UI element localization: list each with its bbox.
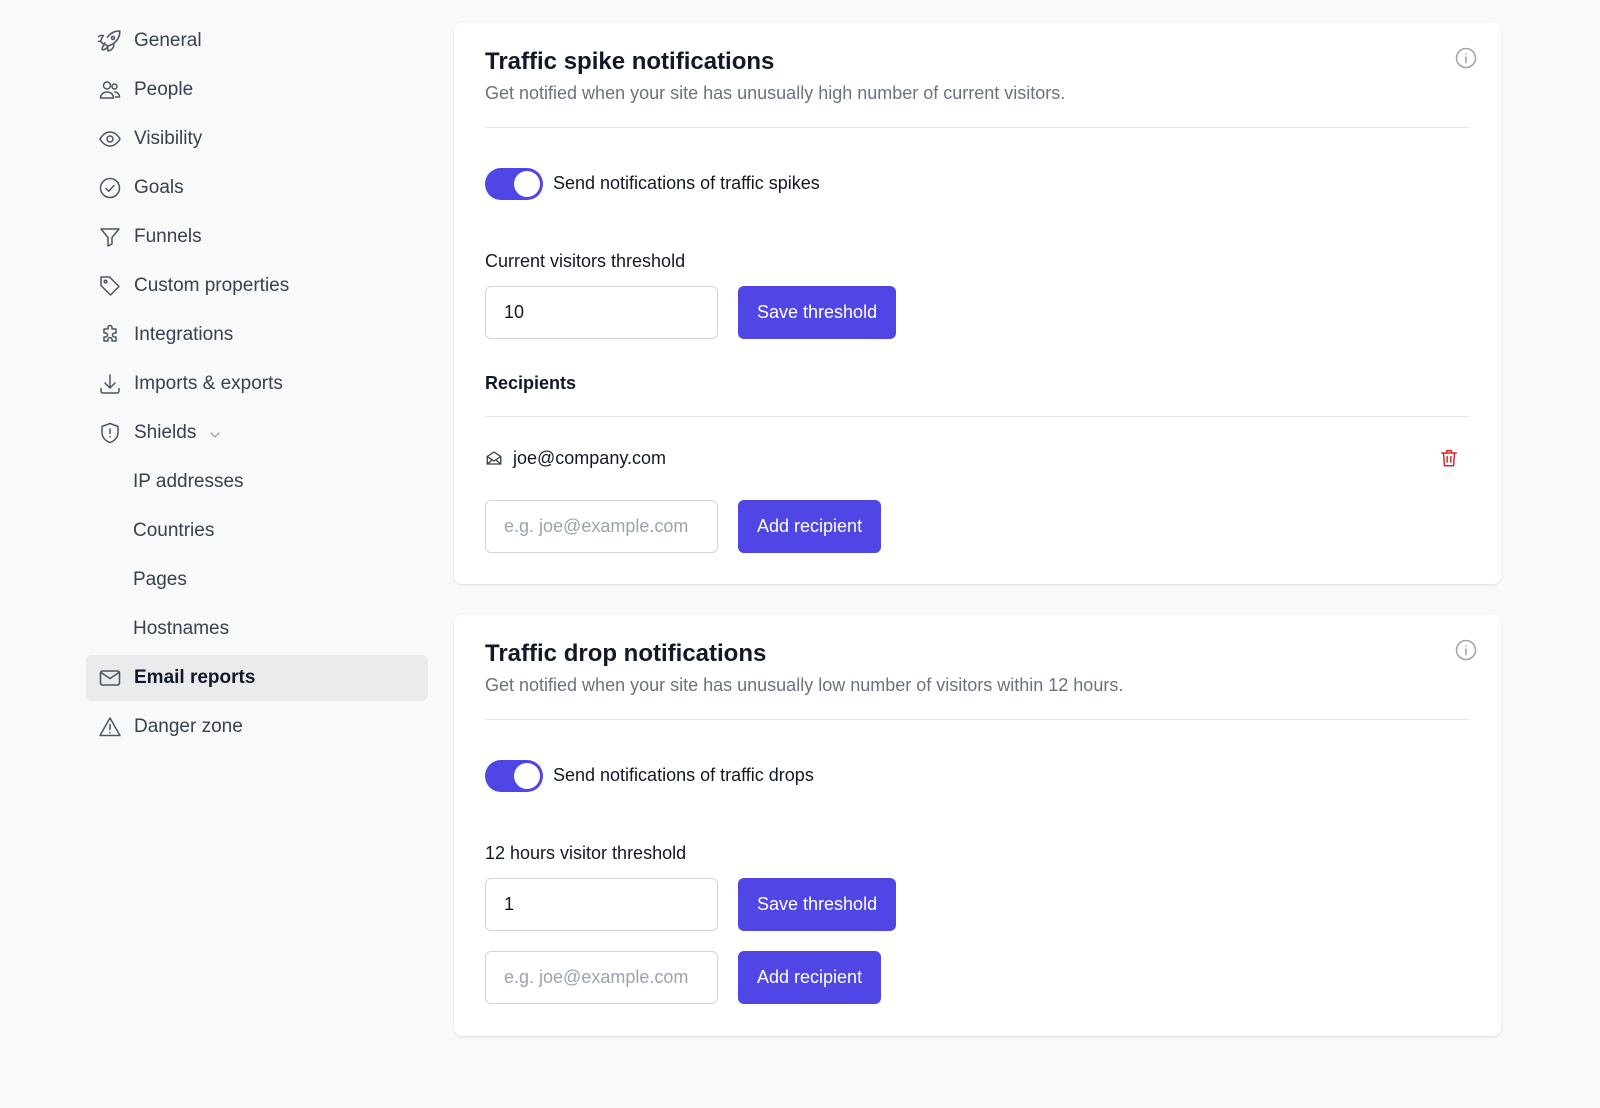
sidebar-item-email-reports[interactable]: Email reports	[86, 655, 428, 701]
threshold-input[interactable]	[485, 286, 718, 339]
traffic-drop-toggle[interactable]	[485, 760, 543, 792]
sidebar-item-label: Pages	[133, 569, 187, 590]
rocket-icon	[98, 29, 122, 53]
warning-icon	[98, 715, 122, 739]
sidebar-item-label: Shields	[134, 422, 197, 443]
sidebar-item-general[interactable]: General	[86, 18, 428, 64]
divider	[485, 416, 1470, 417]
settings-sidebar: General People Visibility Goals Funnels …	[86, 18, 428, 753]
sidebar-item-funnels[interactable]: Funnels	[86, 214, 428, 260]
sidebar-item-goals[interactable]: Goals	[86, 165, 428, 211]
sidebar-item-label: IP addresses	[133, 471, 244, 492]
threshold-input[interactable]	[485, 878, 718, 931]
trash-icon[interactable]	[1438, 447, 1460, 469]
chevron-down-icon	[208, 426, 222, 440]
recipient-email: joe@company.com	[513, 447, 666, 468]
sidebar-item-label: Goals	[134, 177, 184, 198]
save-threshold-button[interactable]: Save threshold	[738, 878, 897, 931]
recipient-email-input[interactable]	[485, 500, 718, 553]
sidebar-item-ip-addresses[interactable]: IP addresses	[86, 459, 428, 505]
check-circle-icon	[98, 176, 122, 200]
threshold-label: 12 hours visitor threshold	[485, 843, 687, 863]
toggle-label: Send notifications of traffic spikes	[553, 173, 820, 193]
toggle-label: Send notifications of traffic drops	[553, 765, 814, 785]
envelope-open-icon	[485, 449, 503, 467]
card-title: Traffic drop notifications	[485, 640, 767, 667]
sidebar-item-label: Countries	[133, 520, 215, 541]
sidebar-item-label: Imports & exports	[134, 373, 283, 394]
sidebar-item-custom-properties[interactable]: Custom properties	[86, 263, 428, 309]
add-recipient-button[interactable]: Add recipient	[738, 500, 882, 553]
card-description: Get notified when your site has unusuall…	[485, 675, 1124, 695]
sidebar-item-label: Visibility	[134, 128, 203, 149]
tag-icon	[98, 274, 122, 298]
sidebar-item-imports-exports[interactable]: Imports & exports	[86, 361, 428, 407]
download-icon	[98, 372, 122, 396]
sidebar-item-label: General	[134, 30, 202, 51]
sidebar-item-visibility[interactable]: Visibility	[86, 116, 428, 162]
sidebar-item-pages[interactable]: Pages	[86, 557, 428, 603]
sidebar-item-label: People	[134, 79, 194, 100]
sidebar-item-label: Funnels	[134, 226, 202, 247]
sidebar-item-label: Hostnames	[133, 618, 230, 639]
divider	[485, 719, 1470, 720]
puzzle-icon	[98, 323, 122, 347]
info-icon[interactable]	[1454, 46, 1478, 70]
sidebar-item-label: Email reports	[134, 667, 256, 688]
info-icon[interactable]	[1454, 638, 1478, 662]
envelope-icon	[98, 666, 122, 690]
card-title: Traffic spike notifications	[485, 48, 775, 75]
sidebar-item-integrations[interactable]: Integrations	[86, 312, 428, 358]
recipient-email-input[interactable]	[485, 951, 718, 1004]
sidebar-item-label: Integrations	[134, 324, 234, 345]
funnel-icon	[98, 225, 122, 249]
threshold-label: Current visitors threshold	[485, 251, 686, 271]
sidebar-item-danger-zone[interactable]: Danger zone	[86, 704, 428, 750]
traffic-spike-card: Traffic spike notifications Get notified…	[454, 23, 1501, 584]
toggle-knob	[514, 763, 540, 789]
users-icon	[98, 78, 122, 102]
sidebar-item-people[interactable]: People	[86, 67, 428, 113]
add-recipient-button[interactable]: Add recipient	[738, 951, 882, 1004]
traffic-drop-card: Traffic drop notifications Get notified …	[454, 615, 1501, 1036]
sidebar-item-label: Custom properties	[134, 275, 290, 296]
eye-icon	[98, 127, 122, 151]
sidebar-item-hostnames[interactable]: Hostnames	[86, 606, 428, 652]
toggle-knob	[514, 171, 540, 197]
shield-icon	[98, 421, 122, 445]
sidebar-item-countries[interactable]: Countries	[86, 508, 428, 554]
card-description: Get notified when your site has unusuall…	[485, 83, 1066, 103]
divider	[485, 127, 1470, 128]
recipient-row: joe@company.com	[485, 443, 1470, 473]
save-threshold-button[interactable]: Save threshold	[738, 286, 897, 339]
traffic-spike-toggle[interactable]	[485, 168, 543, 200]
recipients-label: Recipients	[485, 373, 577, 393]
sidebar-item-shields[interactable]: Shields	[86, 410, 428, 456]
sidebar-item-label: Danger zone	[134, 716, 243, 737]
